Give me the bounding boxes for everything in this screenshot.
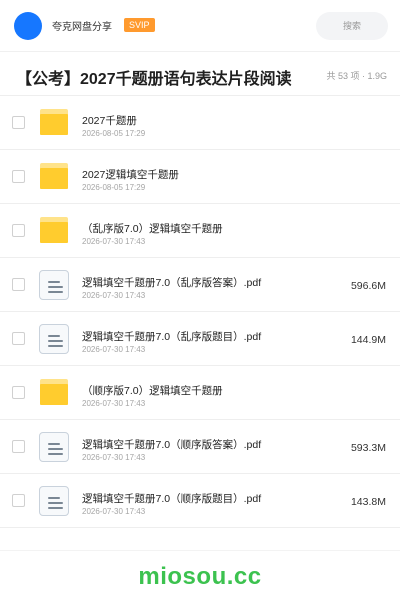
share-summary: 共 53 项 · 1.9G: [326, 71, 387, 81]
file-date: 2026-07-30 17:43: [82, 345, 146, 354]
document-icon: [38, 431, 70, 463]
file-list: 2027千题册 2026-08-05 17:29 2027逻辑填空千题册 2026-0…: [0, 96, 400, 528]
file-name[interactable]: 2027千题册: [82, 113, 137, 128]
file-row[interactable]: 逻辑填空千题册7.0（顺序版答案）.pdf 2026-07-30 17:43 593…: [0, 420, 400, 474]
file-row[interactable]: （顺序版7.0）逻辑填空千题册 2026-07-30 17:43: [0, 366, 400, 420]
file-row[interactable]: 2027千题册 2026-08-05 17:29: [0, 96, 400, 150]
brand-label: 夸克网盘分享: [52, 22, 112, 33]
file-date: 2026-08-05 17:29: [82, 129, 146, 138]
file-size: 144.9M: [350, 334, 386, 346]
select-checkbox[interactable]: [12, 494, 25, 507]
select-checkbox[interactable]: [12, 116, 25, 129]
file-name[interactable]: 逻辑填空千题册7.0（顺序版答案）.pdf: [82, 437, 261, 452]
select-checkbox[interactable]: [12, 278, 25, 291]
file-date: 2026-07-30 17:43: [82, 507, 146, 516]
select-checkbox[interactable]: [12, 170, 25, 183]
file-size: 593.3M: [350, 442, 386, 454]
file-name[interactable]: （顺序版7.0）逻辑填空千题册: [82, 383, 223, 398]
file-name[interactable]: 逻辑填空千题册7.0（乱序版题目）.pdf: [82, 329, 261, 344]
select-checkbox[interactable]: [12, 386, 25, 399]
footer: miosou.cc: [0, 550, 400, 600]
file-row[interactable]: 逻辑填空千题册7.0（乱序版答案）.pdf 2026-07-30 17:43 596…: [0, 258, 400, 312]
file-date: 2026-08-05 17:29: [82, 183, 146, 192]
file-date: 2026-07-30 17:43: [82, 453, 146, 462]
page-title: 【公考】2027千题册语句表达片段阅读: [16, 71, 292, 88]
file-name[interactable]: （乱序版7.0）逻辑填空千题册: [82, 221, 223, 236]
document-icon: [38, 323, 70, 355]
file-size: 143.8M: [350, 496, 386, 508]
file-name[interactable]: 2027逻辑填空千题册: [82, 167, 179, 182]
file-name[interactable]: 逻辑填空千题册7.0（顺序版题目）.pdf: [82, 491, 261, 506]
folder-icon: [38, 107, 70, 139]
select-checkbox[interactable]: [12, 332, 25, 345]
file-name[interactable]: 逻辑填空千题册7.0（乱序版答案）.pdf: [82, 275, 261, 290]
svip-badge[interactable]: SVIP: [124, 18, 155, 32]
file-size: 596.6M: [350, 280, 386, 292]
select-checkbox[interactable]: [12, 440, 25, 453]
share-title-bar: 【公考】2027千题册语句表达片段阅读 共 53 项 · 1.9G: [0, 52, 400, 96]
file-date: 2026-07-30 17:43: [82, 237, 146, 246]
app-header: 夸克网盘分享 SVIP 搜索: [0, 0, 400, 52]
file-row[interactable]: （乱序版7.0）逻辑填空千题册 2026-07-30 17:43: [0, 204, 400, 258]
quark-logo-icon[interactable]: [14, 12, 42, 40]
select-checkbox[interactable]: [12, 224, 25, 237]
document-icon: [38, 485, 70, 517]
folder-icon: [38, 215, 70, 247]
file-row[interactable]: 逻辑填空千题册7.0（乱序版题目）.pdf 2026-07-30 17:43 144…: [0, 312, 400, 366]
file-date: 2026-07-30 17:43: [82, 399, 146, 408]
folder-icon: [38, 377, 70, 409]
search-button[interactable]: 搜索: [316, 12, 388, 40]
folder-icon: [38, 161, 70, 193]
site-watermark: miosou.cc: [138, 563, 262, 590]
file-date: 2026-07-30 17:43: [82, 291, 146, 300]
document-icon: [38, 269, 70, 301]
file-row[interactable]: 逻辑填空千题册7.0（顺序版题目）.pdf 2026-07-30 17:43 143…: [0, 474, 400, 528]
file-row[interactable]: 2027逻辑填空千题册 2026-08-05 17:29: [0, 150, 400, 204]
